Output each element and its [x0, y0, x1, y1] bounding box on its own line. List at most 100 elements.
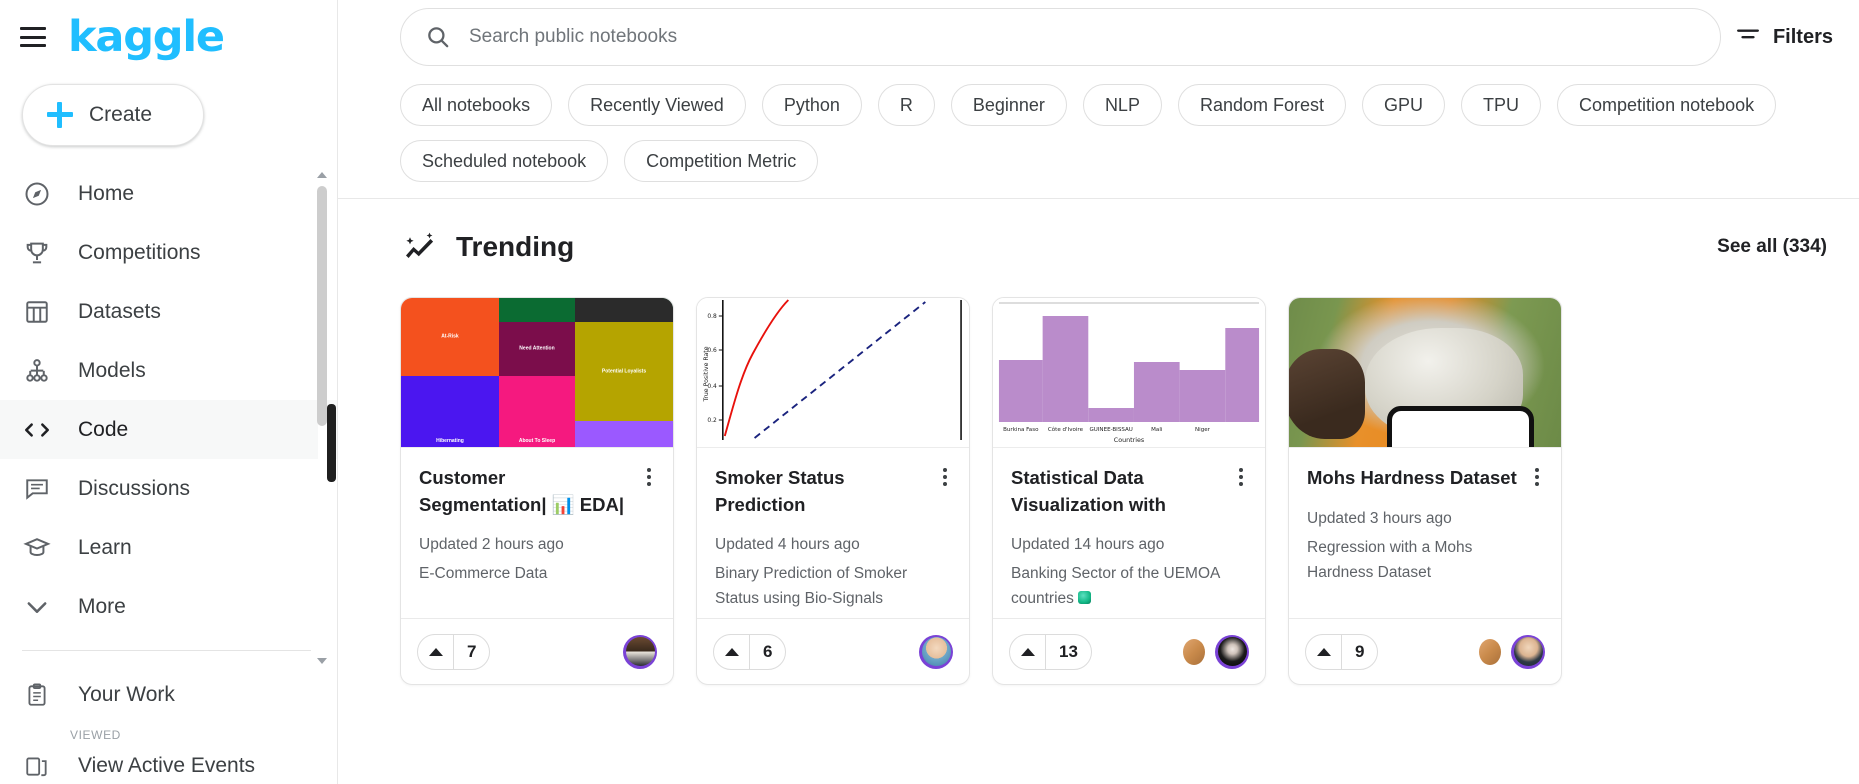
table-icon: [22, 297, 52, 327]
treemap-segment-label: Hibernating: [436, 437, 464, 444]
chip-random-forest[interactable]: Random Forest: [1177, 84, 1347, 126]
model-tree-icon: [22, 356, 52, 386]
avatar[interactable]: [919, 634, 953, 669]
filter-icon: [1735, 24, 1761, 51]
svg-text:0.2: 0.2: [707, 417, 717, 424]
chip-competition-metric[interactable]: Competition Metric: [624, 140, 819, 182]
card-menu-button[interactable]: [1527, 466, 1547, 488]
upvote-arrow-icon: [1010, 634, 1046, 669]
sidebar-item-home[interactable]: Home: [0, 164, 337, 223]
upvote-arrow-icon: [714, 634, 750, 669]
scroll-down-arrow-icon[interactable]: [315, 654, 329, 668]
notebook-card[interactable]: Burkina Faso Côte d'Ivoire GUINEE-BISSAU…: [992, 297, 1266, 685]
treemap-segment-label: Need Attention: [519, 345, 555, 352]
card-body: Mohs Hardness Dataset Updated 3 hours ag…: [1289, 448, 1561, 618]
kaggle-logo[interactable]: kaggle: [68, 15, 225, 59]
upvote-button[interactable]: 7: [417, 633, 491, 670]
upvote-button[interactable]: 9: [1305, 633, 1379, 670]
vote-count: 13: [1059, 641, 1078, 661]
kaggle-code-page: kaggle Create Home Competitions Datasets…: [0, 0, 1859, 784]
card-subtitle: Banking Sector of the UEMOA countries: [1011, 561, 1247, 611]
trending-icon: [400, 229, 440, 265]
treemap-segment: Need Attention: [498, 322, 576, 376]
treemap-segment: Potential Loyalists: [575, 322, 673, 421]
search-box[interactable]: [400, 8, 1721, 66]
filters-button-label: Filters: [1772, 25, 1833, 48]
chip-competition-notebook[interactable]: Competition notebook: [1557, 84, 1777, 126]
sidebar-item-competitions[interactable]: Competitions: [0, 223, 337, 282]
upvote-button[interactable]: 6: [713, 633, 787, 670]
sidebar-item-view-active-events[interactable]: View Active Events: [0, 742, 337, 784]
card-menu-button[interactable]: [639, 466, 659, 488]
avatar[interactable]: [1511, 634, 1545, 669]
hamburger-menu-icon[interactable]: [20, 27, 46, 47]
chip-r[interactable]: R: [877, 84, 935, 126]
chip-python[interactable]: Python: [761, 84, 862, 126]
card-subtitle: Binary Prediction of Smoker Status using…: [715, 565, 908, 608]
chip-gpu[interactable]: GPU: [1362, 84, 1446, 126]
sidebar-item-label: Discussions: [78, 476, 191, 500]
card-subtitle: Regression with a Mohs Hardness Dataset: [1307, 538, 1473, 581]
sidebar-item-your-work[interactable]: Your Work: [0, 665, 337, 724]
scrollbar-thumb[interactable]: [317, 186, 327, 426]
notebook-card[interactable]: 0.8 0.6 0.4 0.2 True Positive Rate Smoker …: [696, 297, 970, 685]
trophy-icon: [22, 238, 52, 268]
plus-icon: [47, 102, 73, 128]
chevron-down-icon: [22, 592, 52, 622]
card-footer-right: [1183, 634, 1249, 669]
notebook-card-list: At-Risk Champions Need Attention Potenti…: [338, 265, 1859, 685]
treemap-segment: Hibernating: [401, 376, 499, 448]
card-menu-button[interactable]: [1231, 466, 1251, 488]
filters-button[interactable]: Filters: [1721, 24, 1833, 51]
notebook-card[interactable]: At-Risk Champions Need Attention Potenti…: [400, 297, 674, 685]
sidebar-item-label: Learn: [78, 535, 132, 559]
svg-text:GUINEE-BISSAU: GUINEE-BISSAU: [1089, 427, 1132, 433]
card-title: Statistical Data Visualization with: [1011, 467, 1166, 515]
svg-text:Côte d'Ivoire: Côte d'Ivoire: [1048, 426, 1084, 433]
upvote-arrow-icon: [1306, 634, 1342, 669]
chip-scheduled-notebook[interactable]: Scheduled notebook: [400, 140, 609, 182]
sidebar-item-more[interactable]: More: [0, 577, 337, 636]
notebook-card[interactable]: Mohs Hardness Dataset Updated 3 hours ag…: [1288, 297, 1562, 685]
graduation-cap-icon: [22, 533, 52, 563]
chip-tpu[interactable]: TPU: [1461, 84, 1542, 126]
search-input[interactable]: [469, 26, 1698, 48]
chip-recently-viewed[interactable]: Recently Viewed: [568, 84, 746, 126]
card-title: Mohs Hardness Dataset: [1307, 467, 1517, 488]
card-thumbnail-bars: Burkina Faso Côte d'Ivoire GUINEE-BISSAU…: [993, 298, 1265, 448]
sidebar-item-code[interactable]: Code: [0, 400, 337, 459]
card-updated: Updated 2 hours ago: [419, 536, 564, 554]
see-all-link[interactable]: See all (334): [1717, 236, 1827, 258]
upvote-button[interactable]: 13: [1009, 633, 1092, 670]
card-thumbnail-photo: [1289, 298, 1561, 448]
avatar[interactable]: [623, 634, 657, 669]
card-body: Customer Segmentation| 📊 EDA| Updated 2 …: [401, 448, 673, 618]
treemap-segment-label: Potential Loyalists: [601, 367, 647, 374]
scroll-up-arrow-icon[interactable]: [315, 168, 329, 182]
content-scrollbar-thumb[interactable]: [327, 404, 336, 482]
card-footer-right: [919, 634, 953, 669]
sidebar-item-models[interactable]: Models: [0, 341, 337, 400]
chip-beginner[interactable]: Beginner: [950, 84, 1067, 126]
treemap-chart: At-Risk Champions Need Attention Potenti…: [401, 298, 673, 448]
sidebar-section-label: VIEWED: [70, 728, 121, 742]
card-menu-button[interactable]: [935, 466, 955, 488]
chip-nlp[interactable]: NLP: [1082, 84, 1162, 126]
sidebar-item-discussions[interactable]: Discussions: [0, 459, 337, 518]
vote-count: 9: [1355, 641, 1365, 661]
sidebar-item-datasets[interactable]: Datasets: [0, 282, 337, 341]
sidebar-header: kaggle: [0, 0, 337, 74]
chip-all-notebooks[interactable]: All notebooks: [400, 84, 553, 126]
card-thumbnail-treemap: At-Risk Champions Need Attention Potenti…: [401, 298, 673, 448]
svg-text:Niger: Niger: [1195, 427, 1211, 433]
card-footer-right: [1479, 634, 1545, 669]
bronze-medal-icon: [1183, 638, 1205, 665]
card-updated: Updated 14 hours ago: [1011, 536, 1165, 554]
main-content: Filters All notebooks Recently Viewed Py…: [338, 0, 1859, 784]
upvote-arrow-icon: [418, 634, 454, 669]
sidebar-item-learn[interactable]: Learn: [0, 518, 337, 577]
avatar[interactable]: [1215, 634, 1249, 669]
create-button[interactable]: Create: [22, 84, 204, 146]
sidebar-divider: [22, 650, 311, 651]
events-icon: [22, 751, 52, 781]
